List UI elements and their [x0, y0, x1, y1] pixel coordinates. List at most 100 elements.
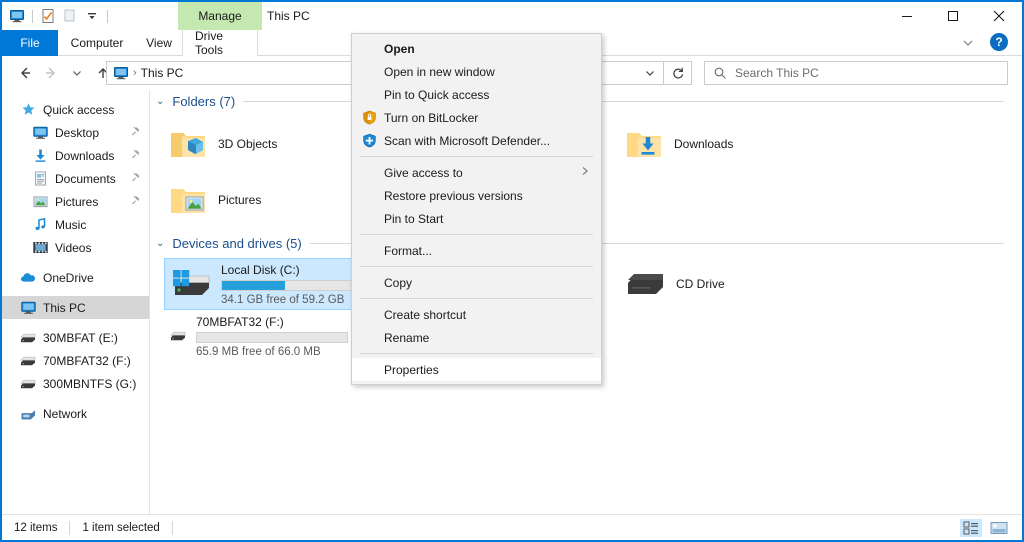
menu-separator: [360, 234, 593, 235]
forward-arrow-icon[interactable]: [38, 60, 64, 86]
tab-drive-tools-label: Drive Tools: [195, 29, 224, 57]
maximize-button[interactable]: [930, 2, 976, 30]
capacity-bar-fill: [222, 280, 285, 290]
menu-separator: [360, 353, 593, 354]
tab-computer[interactable]: Computer: [58, 30, 136, 56]
status-bar: 12 items 1 item selected: [2, 514, 1022, 540]
sidebar-item-label: Documents: [55, 171, 116, 186]
menu-item-label: Properties: [384, 362, 439, 377]
search-placeholder: Search This PC: [735, 66, 819, 80]
this-pc-icon[interactable]: [8, 7, 26, 25]
menu-item-label: Open in new window: [384, 64, 495, 79]
minimize-button[interactable]: [884, 2, 930, 30]
refresh-button[interactable]: [664, 61, 692, 85]
sidebar-item-music[interactable]: Music: [2, 213, 149, 236]
menu-item-scan-with-microsoft-defender[interactable]: Scan with Microsoft Defender...: [352, 129, 601, 152]
sidebar-item-onedrive[interactable]: OneDrive: [2, 266, 149, 289]
sidebar-item-label: 300MBNTFS (G:): [43, 376, 137, 391]
sidebar-item-300mbntfs-g[interactable]: 300MBNTFS (G:): [2, 372, 149, 395]
sidebar-item-label: 70MBFAT32 (F:): [43, 353, 131, 368]
menu-item-label: Create shortcut: [384, 307, 467, 322]
details-view-icon[interactable]: [960, 518, 982, 537]
pin-icon[interactable]: [131, 126, 141, 139]
folder-label: Downloads: [674, 137, 734, 151]
menu-item-give-access-to[interactable]: Give access to: [352, 161, 601, 184]
sidebar-item-quick-access[interactable]: Quick access: [2, 98, 149, 121]
properties-icon[interactable]: [39, 7, 57, 25]
customize-qat-icon[interactable]: [83, 7, 101, 25]
star-icon: [20, 102, 36, 118]
sidebar-item-documents[interactable]: Documents: [2, 167, 149, 190]
breadcrumb-this-pc[interactable]: This PC: [141, 66, 184, 80]
menu-item-label: Scan with Microsoft Defender...: [384, 133, 551, 148]
menu-item-restore-previous-versions[interactable]: Restore previous versions: [352, 184, 601, 207]
help-button[interactable]: ?: [990, 33, 1008, 51]
sidebar-item-label: OneDrive: [43, 270, 94, 285]
menu-item-create-shortcut[interactable]: Create shortcut: [352, 303, 601, 326]
sidebar-item-downloads[interactable]: Downloads: [2, 144, 149, 167]
large-icons-view-icon[interactable]: [988, 519, 1010, 537]
defender-shield-icon: [361, 133, 377, 149]
status-selection: 1 item selected: [70, 520, 173, 535]
address-dropdown-icon[interactable]: [636, 61, 664, 85]
sidebar-item-30mbfat-e[interactable]: 30MBFAT (E:): [2, 326, 149, 349]
context-menu: Open Open in new window Pin to Quick acces…: [351, 33, 602, 385]
tab-file[interactable]: File: [2, 30, 58, 56]
menu-item-format[interactable]: Format...: [352, 239, 601, 262]
menu-item-label: Format...: [384, 243, 433, 258]
menu-item-rename[interactable]: Rename: [352, 326, 601, 349]
pin-icon[interactable]: [131, 172, 141, 185]
qat-divider-2: [107, 9, 108, 23]
drive-icon: [20, 353, 36, 369]
bitlocker-shield-icon: [361, 110, 377, 126]
close-button[interactable]: [976, 2, 1022, 30]
capacity-bar: [196, 331, 348, 343]
menu-item-properties[interactable]: Properties: [352, 358, 601, 381]
search-input[interactable]: Search This PC: [704, 61, 1008, 85]
menu-item-label: Turn on BitLocker: [384, 110, 479, 125]
menu-item-pin-to-start[interactable]: Pin to Start: [352, 207, 601, 230]
chevron-down-icon[interactable]: ⌄: [156, 96, 164, 107]
new-folder-icon[interactable]: [61, 7, 79, 25]
menu-item-turn-on-bitlocker[interactable]: Turn on BitLocker: [352, 106, 601, 129]
back-arrow-icon[interactable]: [12, 60, 38, 86]
drive-info: CD Drive: [676, 277, 828, 291]
menu-item-open[interactable]: Open: [352, 37, 601, 60]
recent-locations-icon[interactable]: [64, 60, 90, 86]
chevron-right-icon: [581, 166, 589, 179]
menu-item-open-in-new-window[interactable]: Open in new window: [352, 60, 601, 83]
drives-section-label: Devices and drives (5): [172, 235, 302, 251]
title-bar: Manage This PC: [2, 2, 1022, 30]
chevron-down-icon[interactable]: [958, 34, 978, 52]
this-pc-icon: [20, 300, 36, 316]
pin-icon[interactable]: [131, 149, 141, 162]
sidebar-item-this-pc[interactable]: This PC: [2, 296, 149, 319]
sidebar-item-videos[interactable]: Videos: [2, 236, 149, 259]
drive-info: 70MBFAT32 (F:) 65.9 MB free of 66.0 MB: [196, 315, 348, 358]
music-icon: [32, 217, 48, 233]
tab-view[interactable]: View: [136, 30, 182, 56]
sidebar-item-70mbfat32-f[interactable]: 70MBFAT32 (F:): [2, 349, 149, 372]
pin-icon[interactable]: [131, 195, 141, 208]
chevron-down-icon[interactable]: ⌄: [156, 238, 164, 249]
sidebar-item-label: Pictures: [55, 194, 99, 209]
sidebar-item-label: Network: [43, 406, 88, 421]
windows-drive-icon: [171, 268, 211, 300]
folder-pictures-icon: [170, 185, 206, 215]
sidebar-item-pictures[interactable]: Pictures: [2, 190, 149, 213]
drive-tile[interactable]: CD Drive: [620, 258, 848, 310]
menu-item-pin-to-quick-access[interactable]: Pin to Quick access: [352, 83, 601, 106]
folder-label: Pictures: [218, 193, 262, 207]
sidebar-item-desktop[interactable]: Desktop: [2, 121, 149, 144]
downloads-icon: [32, 148, 48, 164]
menu-item-copy[interactable]: Copy: [352, 271, 601, 294]
navigation-pane: Quick access Desktop Downloads Documents Pic…: [2, 90, 150, 514]
quick-access-toolbar: [8, 6, 110, 26]
tab-drive-tools[interactable]: Drive Tools: [182, 29, 258, 57]
sidebar-item-network[interactable]: Network: [2, 402, 149, 425]
drive-free-space: 65.9 MB free of 66.0 MB: [196, 345, 321, 358]
folder-tile[interactable]: Downloads: [620, 116, 848, 172]
